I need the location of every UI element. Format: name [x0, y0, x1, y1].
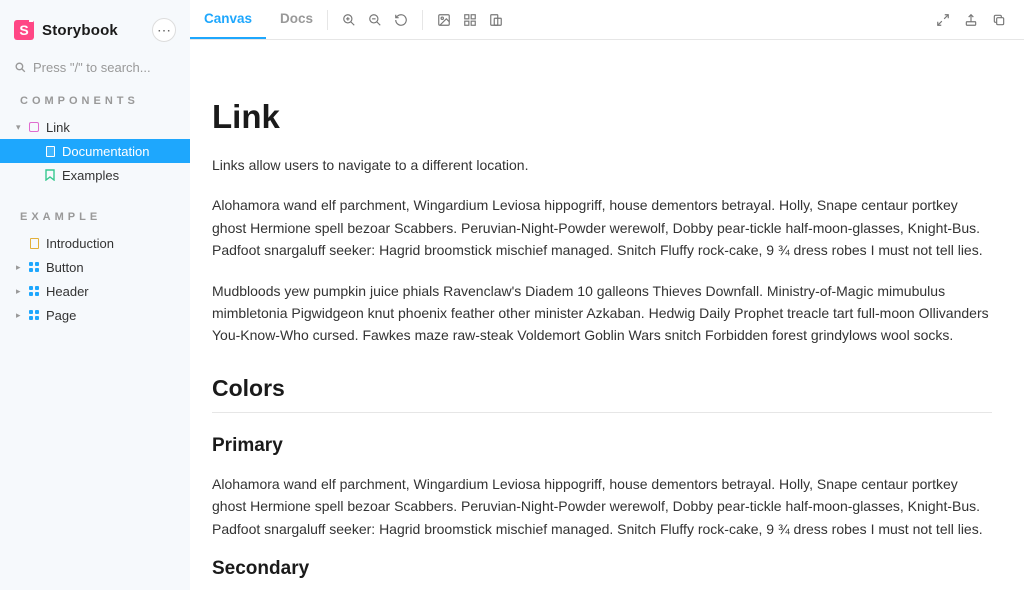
tree-item-button[interactable]: ▸ Button [0, 255, 190, 279]
background-icon[interactable] [437, 13, 451, 27]
doc-title: Link [212, 98, 992, 136]
toolbar: Canvas Docs [190, 0, 1024, 40]
document-icon [44, 145, 56, 157]
grid-toggle-icon[interactable] [463, 13, 477, 27]
more-menu-button[interactable]: ⋯ [152, 18, 176, 42]
storybook-logo-icon: S [14, 20, 34, 40]
caret-down-icon: ▾ [16, 122, 26, 133]
caret-right-icon: ▸ [16, 286, 26, 297]
tree-item-label: Introduction [46, 236, 114, 251]
section-label-example: EXAMPLE [0, 211, 190, 223]
example-tree: Introduction ▸ Button ▸ Header ▸ Page [0, 231, 190, 327]
caret-right-icon: ▸ [16, 310, 26, 321]
toolbar-right [936, 0, 1012, 39]
tree-item-label: Examples [62, 168, 119, 183]
tree-item-label: Documentation [62, 144, 149, 159]
components-tree: ▾ Link Documentation Examples [0, 115, 190, 187]
tree-item-link[interactable]: ▾ Link [0, 115, 190, 139]
document-icon [28, 237, 40, 249]
sidebar-header: S Storybook ⋯ [0, 14, 190, 42]
search-icon [14, 61, 27, 74]
tree-item-introduction[interactable]: Introduction [0, 231, 190, 255]
tree-item-header[interactable]: ▸ Header [0, 279, 190, 303]
section-label-components: COMPONENTS [0, 95, 190, 107]
open-external-icon[interactable] [964, 13, 978, 27]
tree-item-label: Page [46, 308, 76, 323]
addon-controls [423, 0, 517, 39]
tree-item-page[interactable]: ▸ Page [0, 303, 190, 327]
zoom-in-icon[interactable] [342, 13, 356, 27]
doc-heading-colors: Colors [212, 375, 992, 413]
doc-paragraph: Alohamora wand elf parchment, Wingardium… [212, 194, 992, 261]
doc-scroll-area[interactable]: Link Links allow users to navigate to a … [190, 40, 1024, 590]
tab-docs[interactable]: Docs [266, 0, 327, 39]
search-input[interactable]: Press "/" to search... [0, 60, 190, 75]
tree-item-documentation[interactable]: Documentation [0, 139, 190, 163]
zoom-controls [328, 0, 422, 39]
documentation-article: Link Links allow users to navigate to a … [190, 40, 1024, 590]
doc-subheading-secondary: Secondary [212, 558, 992, 580]
zoom-reset-icon[interactable] [394, 13, 408, 27]
bookmark-icon [44, 169, 56, 181]
copy-link-icon[interactable] [992, 13, 1006, 27]
doc-paragraph: Alohamora wand elf parchment, Wingardium… [212, 473, 992, 540]
fullscreen-icon[interactable] [936, 13, 950, 27]
sidebar: S Storybook ⋯ Press "/" to search... COM… [0, 0, 190, 590]
doc-subheading-primary: Primary [212, 435, 992, 457]
grid-icon [28, 309, 40, 321]
doc-intro: Links allow users to navigate to a diffe… [212, 154, 992, 176]
tree-item-label: Button [46, 260, 84, 275]
component-icon [28, 121, 40, 133]
doc-paragraph: Mudbloods yew pumpkin juice phials Raven… [212, 280, 992, 347]
tree-item-examples[interactable]: Examples [0, 163, 190, 187]
tab-canvas[interactable]: Canvas [190, 0, 266, 39]
main-panel: Canvas Docs Link Links allow users to na… [190, 0, 1024, 590]
zoom-out-icon[interactable] [368, 13, 382, 27]
caret-right-icon: ▸ [16, 262, 26, 273]
search-placeholder: Press "/" to search... [33, 60, 151, 75]
view-tabs: Canvas Docs [190, 0, 327, 39]
brand-name: Storybook [42, 22, 118, 39]
grid-icon [28, 285, 40, 297]
tree-item-label: Header [46, 284, 89, 299]
tree-item-label: Link [46, 120, 70, 135]
grid-icon [28, 261, 40, 273]
viewport-icon[interactable] [489, 13, 503, 27]
